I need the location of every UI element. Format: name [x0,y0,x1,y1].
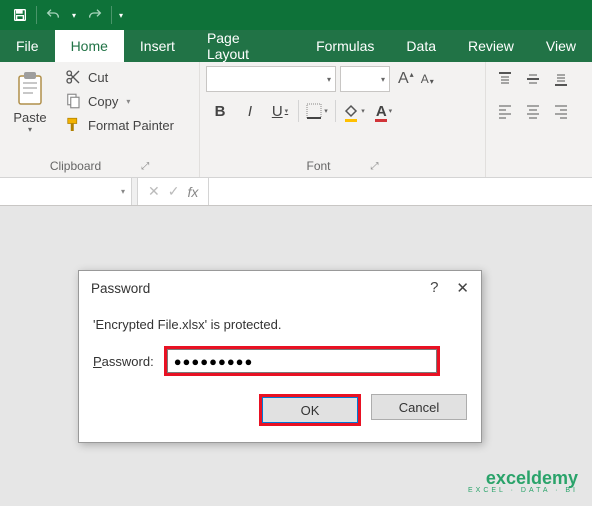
copy-button[interactable]: Copy ▾ [60,90,178,112]
align-bottom-button[interactable] [548,66,574,92]
watermark-tagline: EXCEL · DATA · BI [468,487,578,494]
ok-button-highlight: OK [259,394,361,426]
font-size-select[interactable]: ▾ [340,66,390,92]
underline-button[interactable]: U▾ [266,98,294,124]
paintbrush-icon [64,116,82,134]
bold-button[interactable]: B [206,98,234,124]
close-button[interactable]: ✕ [456,279,469,297]
font-name-select[interactable]: ▾ [206,66,336,92]
tab-page-layout[interactable]: Page Layout [191,30,300,62]
paste-dropdown-icon[interactable]: ▾ [28,125,32,134]
tab-formulas[interactable]: Formulas [300,30,390,62]
scissors-icon [64,68,82,86]
qat-divider [36,6,37,24]
group-font: ▾ ▾ A ▴ A ▾ B I U▾ ▾ [200,62,486,177]
paste-button[interactable]: Paste ▾ [6,66,54,138]
font-launcher-icon[interactable]: ⤢ [371,161,379,172]
undo-icon[interactable] [39,1,67,29]
name-box[interactable]: ▾ [0,178,132,205]
cut-label: Cut [88,70,108,85]
password-label: Password: [93,354,154,369]
copy-icon [64,92,82,110]
fill-color-button[interactable]: ▾ [340,98,368,124]
bucket-icon [343,103,359,119]
dialog-title: Password [91,281,150,296]
chevron-down-icon: ▾ [121,187,125,196]
title-bar: ▾ ▾ [0,0,592,30]
dialog-message: 'Encrypted File.xlsx' is protected. [93,317,467,332]
qat-divider-2 [111,6,112,24]
tab-review[interactable]: Review [452,30,530,62]
font-group-label: Font [306,159,330,173]
align-middle-button[interactable] [520,66,546,92]
border-icon [306,103,322,119]
ribbon-tabs: File Home Insert Page Layout Formulas Da… [0,30,592,62]
formula-bar: ▾ ✕ ✓ fx [0,178,592,206]
format-painter-button[interactable]: Format Painter [60,114,178,136]
redo-icon[interactable] [81,1,109,29]
align-top-button[interactable] [492,66,518,92]
borders-button[interactable]: ▾ [303,98,331,124]
format-painter-label: Format Painter [88,118,174,133]
ok-button[interactable]: OK [262,397,358,423]
watermark-brand: exceldemy [486,469,578,487]
fx-icon[interactable]: fx [187,184,198,200]
paste-label: Paste [13,110,46,125]
group-alignment [486,62,592,177]
align-left-button[interactable] [492,98,518,124]
tab-insert[interactable]: Insert [124,30,191,62]
save-icon[interactable] [6,1,34,29]
enter-formula-icon: ✓ [168,183,180,200]
align-center-button[interactable] [520,98,546,124]
cancel-formula-icon: ✕ [148,183,160,200]
chevron-down-icon: ▾ [327,75,331,84]
group-clipboard: Paste ▾ Cut Copy ▾ Format Painter [0,62,200,177]
divider [298,100,299,122]
tab-view[interactable]: View [530,30,592,62]
increase-font-button[interactable]: A [398,70,409,88]
decrease-font-button[interactable]: A [421,72,429,86]
password-input-highlight [164,346,440,376]
chevron-down-icon: ▾ [381,75,385,84]
tab-home[interactable]: Home [55,30,124,62]
clipboard-group-label: Clipboard [50,159,101,173]
tab-file[interactable]: File [0,30,55,62]
cancel-button[interactable]: Cancel [371,394,467,420]
tab-data[interactable]: Data [390,30,452,62]
divider [335,100,336,122]
cut-button[interactable]: Cut [60,66,178,88]
ribbon-body: Paste ▾ Cut Copy ▾ Format Painter [0,62,592,178]
formula-input[interactable] [209,178,592,205]
italic-button[interactable]: I [236,98,264,124]
clipboard-launcher-icon[interactable]: ⤢ [141,161,149,172]
watermark: exceldemy EXCEL · DATA · BI [468,469,578,494]
align-right-button[interactable] [548,98,574,124]
font-color-button[interactable]: A▾ [370,98,398,124]
undo-dropdown-icon[interactable]: ▾ [67,11,81,20]
help-button[interactable]: ? [430,279,438,297]
password-input[interactable] [167,349,437,373]
copy-label: Copy [88,94,118,109]
password-dialog: Password ? ✕ 'Encrypted File.xlsx' is pr… [78,270,482,443]
qat-customize-icon[interactable]: ▾ [114,11,128,20]
copy-dropdown-icon[interactable]: ▾ [126,97,130,106]
